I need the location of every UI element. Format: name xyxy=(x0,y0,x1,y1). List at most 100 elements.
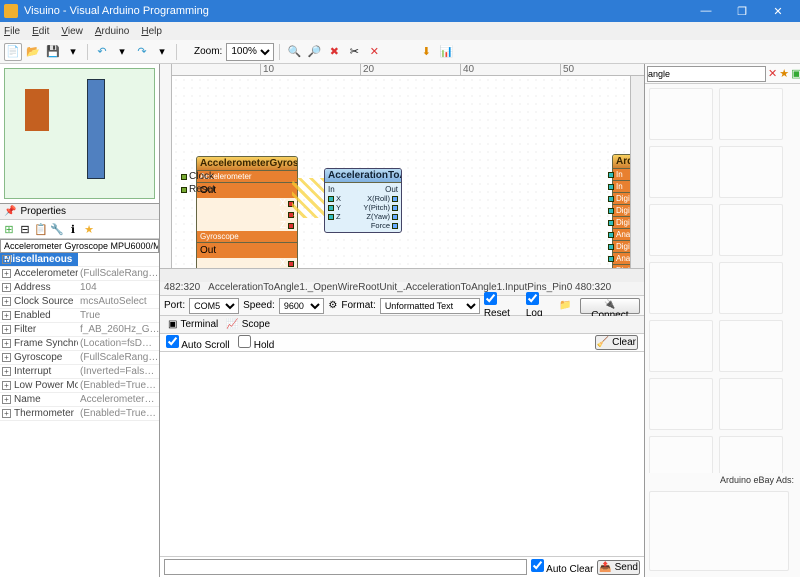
preview-node-2[interactable] xyxy=(87,79,105,179)
expand-icon[interactable]: + xyxy=(2,367,11,376)
expand-icon[interactable]: + xyxy=(2,283,11,292)
palette-item[interactable] xyxy=(649,436,713,473)
reset-checkbox[interactable]: Reset xyxy=(484,292,522,319)
send-input[interactable] xyxy=(164,559,527,575)
close-button[interactable]: ✕ xyxy=(760,0,796,22)
prop-icon-1[interactable]: ⊞ xyxy=(2,222,16,236)
save-icon[interactable]: 💾 xyxy=(44,43,62,61)
log-config-icon[interactable]: 📁 xyxy=(559,300,571,311)
menu-edit[interactable]: Edit xyxy=(32,26,49,37)
menu-view[interactable]: View xyxy=(61,26,83,37)
expand-icon[interactable]: + xyxy=(2,409,11,418)
delete-icon[interactable]: ✕ xyxy=(365,43,383,61)
expand-icon[interactable]: + xyxy=(2,311,11,320)
send-button[interactable]: 📤 Send xyxy=(597,560,640,575)
palette-item[interactable] xyxy=(649,320,713,372)
design-canvas[interactable]: Clock Reset AccelerometerGyroscope1 Acce… xyxy=(172,76,644,268)
menu-file[interactable]: File xyxy=(4,26,20,37)
scrollbar-vertical[interactable] xyxy=(630,76,644,268)
expand-icon[interactable]: + xyxy=(2,297,11,306)
compile-icon[interactable]: ⬇ xyxy=(417,43,435,61)
zoom-in-icon[interactable]: 🔍 xyxy=(285,43,303,61)
tab-terminal[interactable]: ▣ Terminal xyxy=(168,318,218,331)
preview-node-1[interactable] xyxy=(25,89,49,131)
speed-config-icon[interactable]: ⚙ xyxy=(328,300,337,311)
redo-icon[interactable]: ↷ xyxy=(133,43,151,61)
pin-icon[interactable] xyxy=(608,208,614,214)
pin-icon[interactable] xyxy=(608,244,614,250)
node-acceleration-to-angle[interactable]: AccelerationToAngle1 In Out XX(Roll)YY(P… xyxy=(324,168,402,233)
pin-icon[interactable]: 📌 xyxy=(4,206,16,217)
palette-item[interactable] xyxy=(649,378,713,430)
expand-icon[interactable]: + xyxy=(2,395,11,404)
pin-icon[interactable] xyxy=(608,172,614,178)
prop-icon-3[interactable]: 📋 xyxy=(34,222,48,236)
pin-icon[interactable] xyxy=(608,196,614,202)
redo-drop-icon[interactable]: ▾ xyxy=(153,43,171,61)
expand-icon[interactable]: + xyxy=(2,325,11,334)
pin-icon[interactable] xyxy=(608,184,614,190)
pin-icon[interactable] xyxy=(328,205,334,211)
node-accelerometer-gyroscope[interactable]: Clock Reset AccelerometerGyroscope1 Acce… xyxy=(196,156,298,268)
format-select[interactable]: Unformatted Text xyxy=(380,298,480,314)
palette-item[interactable] xyxy=(719,204,783,256)
port-select[interactable]: COM5 (… xyxy=(189,298,239,314)
speed-select[interactable]: 9600 xyxy=(279,298,325,314)
tab-scope[interactable]: 📈 Scope xyxy=(226,318,270,331)
palette-item[interactable] xyxy=(719,88,783,140)
auto-clear-checkbox[interactable]: Auto Clear xyxy=(531,559,593,575)
pin-icon[interactable] xyxy=(392,196,398,202)
menu-arduino[interactable]: Arduino xyxy=(95,26,129,37)
prop-icon-5[interactable]: ℹ xyxy=(66,222,80,236)
pin-icon[interactable] xyxy=(181,187,187,193)
pin-icon[interactable] xyxy=(392,214,398,220)
palette-item[interactable] xyxy=(719,320,783,372)
clear-search-icon[interactable]: ✕ xyxy=(768,65,777,83)
connect-button[interactable]: 🔌 Connect xyxy=(580,298,640,314)
prop-icon-4[interactable]: 🔧 xyxy=(50,222,64,236)
pin-icon[interactable] xyxy=(608,232,614,238)
serial-icon[interactable]: 📊 xyxy=(437,43,455,61)
zoom-select[interactable]: 100% xyxy=(226,43,274,61)
pin-icon[interactable] xyxy=(328,196,334,202)
pin-icon[interactable] xyxy=(608,256,614,262)
zoom-out-icon[interactable]: 🔎 xyxy=(305,43,323,61)
clear-button[interactable]: 🧹 Clear xyxy=(595,335,638,350)
properties-selection[interactable]: Accelerometer Gyroscope MPU6000/MPU60 xyxy=(0,239,159,253)
pin-icon[interactable] xyxy=(392,205,398,211)
open-icon[interactable]: 📂 xyxy=(24,43,42,61)
palette-item[interactable] xyxy=(649,204,713,256)
palette-item[interactable] xyxy=(719,378,783,430)
undo-icon[interactable]: ↶ xyxy=(93,43,111,61)
wire-connection[interactable] xyxy=(298,184,324,212)
zoom-fit-icon[interactable]: ✖ xyxy=(325,43,343,61)
palette-item[interactable] xyxy=(719,436,783,473)
ad-item[interactable] xyxy=(649,491,789,571)
prop-icon-2[interactable]: ⊟ xyxy=(18,222,32,236)
expand-icon[interactable]: + xyxy=(2,269,11,278)
pin-icon[interactable] xyxy=(392,223,398,229)
palette-item[interactable] xyxy=(649,262,713,314)
search-input[interactable] xyxy=(647,66,766,82)
dropdown-icon[interactable]: ▾ xyxy=(64,43,82,61)
prop-icon-6[interactable]: ★ xyxy=(82,222,96,236)
scrollbar-horizontal[interactable] xyxy=(160,268,644,282)
palette-item[interactable] xyxy=(649,146,713,198)
palette-item[interactable] xyxy=(649,88,713,140)
collapse-icon[interactable]: − xyxy=(2,255,11,264)
pin-icon[interactable] xyxy=(608,220,614,226)
hold-checkbox[interactable]: Hold xyxy=(238,340,274,351)
expand-icon[interactable]: + xyxy=(2,339,11,348)
expand-icon[interactable]: + xyxy=(2,353,11,362)
pin-icon[interactable] xyxy=(288,223,294,229)
undo-drop-icon[interactable]: ▾ xyxy=(113,43,131,61)
menu-help[interactable]: Help xyxy=(141,26,162,37)
palette-item[interactable] xyxy=(719,262,783,314)
expand-icon[interactable]: + xyxy=(2,381,11,390)
pin-icon[interactable] xyxy=(288,261,294,267)
filter-1-icon[interactable]: ★ xyxy=(779,65,789,83)
maximize-button[interactable]: ❐ xyxy=(724,0,760,22)
pin-icon[interactable] xyxy=(181,174,187,180)
tool-a-icon[interactable]: ✂ xyxy=(345,43,363,61)
pin-icon[interactable] xyxy=(328,214,334,220)
